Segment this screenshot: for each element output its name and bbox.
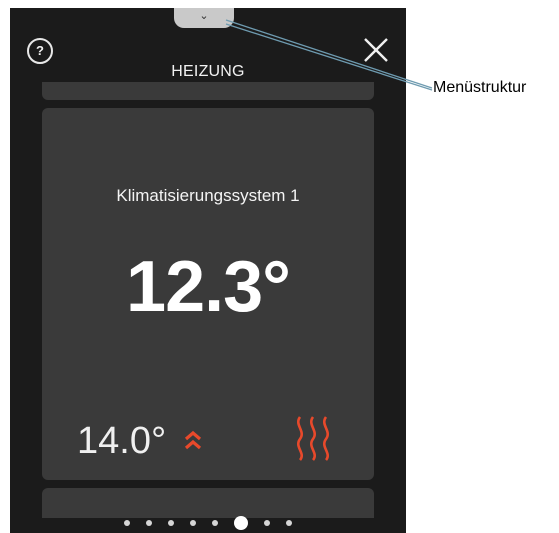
callout-label: Menüstruktur	[433, 79, 527, 96]
